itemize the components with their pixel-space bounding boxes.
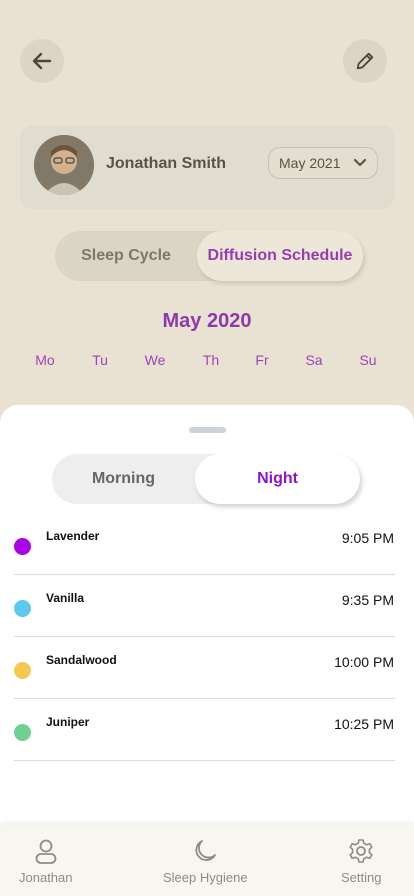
scent-schedule-list: Lavender 9:05 PM Vanilla 9:35 PM Sandalw…	[14, 513, 395, 761]
tab-morning[interactable]: Morning	[52, 454, 195, 504]
nav-label: Sleep Hygiene	[163, 870, 248, 885]
user-icon	[35, 839, 57, 864]
bottom-navigation: Jonathan Sleep Hygiene Setting	[0, 825, 414, 896]
scent-name: Juniper	[46, 715, 90, 729]
scent-name: Vanilla	[46, 591, 85, 605]
sheet-drag-handle[interactable]	[189, 427, 226, 433]
list-item[interactable]: Lavender 9:05 PM	[14, 513, 395, 575]
scent-name: Sandalwood	[46, 653, 117, 667]
scent-color-dot	[14, 724, 31, 741]
schedule-bottom-sheet: Morning Night Lavender 9:05 PM Vanilla 9…	[0, 405, 414, 825]
nav-label: Setting	[341, 870, 382, 885]
scent-time: 9:05 PM	[341, 530, 394, 546]
list-item[interactable]: Sandalwood 10:00 PM	[14, 637, 395, 699]
scent-name: Lavender	[46, 529, 100, 543]
list-item[interactable]: Juniper 10:25 PM	[14, 699, 395, 761]
scent-time: 9:35 PM	[341, 592, 394, 608]
scent-color-dot	[14, 600, 31, 617]
nav-item-sleep-hygiene[interactable]: Sleep Hygiene	[163, 837, 248, 885]
moon-icon	[195, 840, 217, 861]
scent-time: 10:00 PM	[334, 654, 394, 670]
time-of-day-toggle: Morning Night	[52, 454, 360, 504]
scent-color-dot	[14, 662, 31, 679]
scent-time: 10:25 PM	[334, 716, 394, 732]
nav-label: Jonathan	[19, 870, 73, 885]
list-item[interactable]: Vanilla 9:35 PM	[14, 575, 395, 637]
nav-item-setting[interactable]: Setting	[341, 837, 381, 885]
nav-item-jonathan[interactable]: Jonathan	[19, 837, 73, 885]
gear-icon	[349, 839, 373, 863]
scent-color-dot	[14, 538, 31, 555]
tab-night[interactable]: Night	[195, 454, 360, 504]
